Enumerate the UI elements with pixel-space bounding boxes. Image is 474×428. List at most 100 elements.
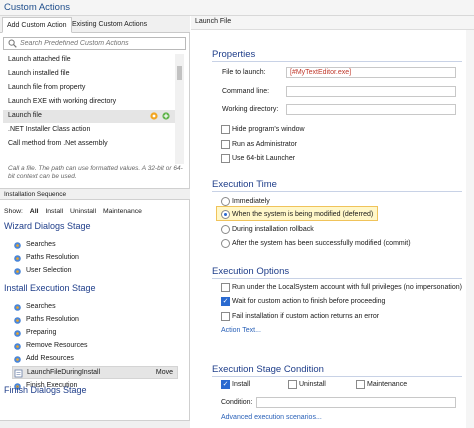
list-item[interactable]: Searches: [12, 239, 178, 252]
stage-install-execution[interactable]: Install Execution Stage: [4, 283, 96, 293]
no-impersonation-label: Run under the LocalSystem account with f…: [232, 284, 462, 291]
filter-install[interactable]: Install: [45, 208, 63, 215]
install-checkbox[interactable]: ✓: [221, 380, 230, 389]
stage-finish-dialogs[interactable]: Finish Dialogs Stage: [4, 385, 87, 395]
section-properties: Properties: [212, 49, 256, 60]
list-item-label: Searches: [26, 303, 56, 310]
list-item-label: Searches: [26, 241, 56, 248]
list-scrollbar[interactable]: [175, 54, 184, 164]
section-execution-time: Execution Time: [212, 179, 277, 190]
divider: [212, 376, 462, 377]
list-item[interactable]: Preparing: [12, 327, 178, 340]
filter-bar: Show: All Install Uninstall Maintenance: [4, 208, 147, 215]
gear-icon: [13, 241, 22, 252]
list-item-selected[interactable]: Launch file: [3, 110, 175, 123]
file-to-launch-label: File to launch:: [222, 69, 266, 76]
radio-deferred[interactable]: [221, 210, 230, 219]
fail-install-checkbox[interactable]: [221, 312, 230, 321]
maintenance-label: Maintenance: [367, 381, 408, 388]
list-item[interactable]: Launch EXE with working directory: [3, 96, 175, 109]
list-item-label: Launch file: [8, 112, 42, 119]
move-button[interactable]: Move: [156, 369, 173, 376]
list-item-label: User Selection: [26, 267, 72, 274]
install-label: Install: [232, 381, 251, 388]
condition-field[interactable]: [256, 397, 456, 408]
use-64bit-label: Use 64-bit Launcher: [232, 155, 296, 162]
radio-immediately[interactable]: [221, 197, 230, 206]
divider: [212, 278, 462, 279]
wait-finish-checkbox[interactable]: ✓: [221, 297, 230, 306]
command-line-label: Command line:: [222, 88, 270, 95]
condition-label: Condition:: [221, 399, 253, 406]
left-panel: Add Custom Action Existing Custom Action…: [0, 16, 190, 428]
filter-maintenance[interactable]: Maintenance: [103, 208, 142, 215]
show-label: Show:: [4, 208, 23, 215]
file-to-launch-field[interactable]: [#MyTextEditor.exe]: [286, 67, 456, 78]
list-item[interactable]: Launch file from property: [3, 82, 175, 95]
list-item[interactable]: Call method from .Net assembly: [3, 138, 175, 151]
list-item[interactable]: Remove Resources: [12, 340, 178, 353]
gear-icon: [13, 342, 22, 353]
list-item[interactable]: Paths Resolution: [12, 252, 178, 265]
list-item[interactable]: Searches: [12, 301, 178, 314]
action-text-link[interactable]: Action Text...: [221, 327, 261, 334]
list-item[interactable]: Launch installed file: [3, 68, 175, 81]
uninstall-label: Uninstall: [299, 381, 326, 388]
radio-immediately-label: Immediately: [232, 198, 270, 205]
radio-rollback[interactable]: [221, 225, 230, 234]
tab-existing-custom-actions[interactable]: Existing Custom Actions: [68, 17, 151, 33]
action-description: Call a file. The path can use formatted …: [8, 165, 183, 180]
predefined-list: Launch attached file Launch installed fi…: [3, 54, 186, 164]
right-scrollbar[interactable]: [466, 30, 474, 428]
list-item[interactable]: .NET Installer Class action: [3, 124, 175, 137]
stage-wizard-dialogs[interactable]: Wizard Dialogs Stage: [4, 221, 91, 231]
list-item-label: LaunchFileDuringInstall: [27, 369, 101, 376]
list-item-label: Preparing: [26, 329, 57, 336]
list-item-label: Remove Resources: [26, 342, 88, 349]
search-icon: [8, 39, 17, 50]
scrollbar-thumb[interactable]: [177, 66, 182, 80]
item-action-icons: [149, 111, 173, 123]
no-impersonation-checkbox[interactable]: [221, 283, 230, 292]
uninstall-checkbox[interactable]: [288, 380, 297, 389]
maintenance-checkbox[interactable]: [356, 380, 365, 389]
right-panel-header: Launch File: [191, 16, 474, 30]
radio-rollback-label: During installation rollback: [232, 226, 314, 233]
radio-commit[interactable]: [221, 239, 230, 248]
command-line-field[interactable]: [286, 86, 456, 97]
search-input[interactable]: [20, 38, 180, 49]
list-item-selected[interactable]: LaunchFileDuringInstall Move: [12, 366, 178, 379]
hide-window-label: Hide program's window: [232, 126, 305, 133]
gear-icon: [13, 303, 22, 314]
search-box[interactable]: [3, 37, 186, 50]
filter-all[interactable]: All: [30, 208, 39, 215]
working-dir-field[interactable]: [286, 104, 456, 115]
list-item-label: Add Resources: [26, 355, 74, 362]
bottom-strip: [0, 420, 190, 428]
divider: [212, 191, 462, 192]
sequence-header: Installation Sequence: [0, 188, 190, 200]
advanced-scenarios-link[interactable]: Advanced execution scenarios...: [221, 414, 322, 421]
run-as-admin-checkbox[interactable]: [221, 140, 230, 149]
wait-finish-label: Wait for custom action to finish before …: [232, 298, 386, 305]
use-64bit-checkbox[interactable]: [221, 154, 230, 163]
list-item[interactable]: Paths Resolution: [12, 314, 178, 327]
gear-icon: [13, 267, 22, 278]
list-item[interactable]: User Selection: [12, 265, 178, 278]
list-item[interactable]: Launch attached file: [3, 54, 175, 67]
hide-window-checkbox[interactable]: [221, 125, 230, 134]
tab-add-custom-action[interactable]: Add Custom Action: [2, 17, 72, 33]
filter-uninstall[interactable]: Uninstall: [70, 208, 96, 215]
gear-icon: [13, 254, 22, 265]
working-dir-label: Working directory:: [222, 106, 279, 113]
run-as-admin-label: Run as Administrator: [232, 141, 297, 148]
fail-install-label: Fail installation if custom action retur…: [232, 313, 380, 320]
list-item[interactable]: Add Resources: [12, 353, 178, 366]
radio-commit-label: After the system has been successfully m…: [232, 240, 411, 247]
tab-strip: Add Custom Action Existing Custom Action…: [0, 16, 190, 33]
section-execution-options: Execution Options: [212, 266, 290, 277]
window-title: Custom Actions: [0, 0, 474, 16]
list-item-label: Paths Resolution: [26, 254, 79, 261]
gear-icon: [13, 329, 22, 340]
add-icon: [162, 112, 170, 120]
